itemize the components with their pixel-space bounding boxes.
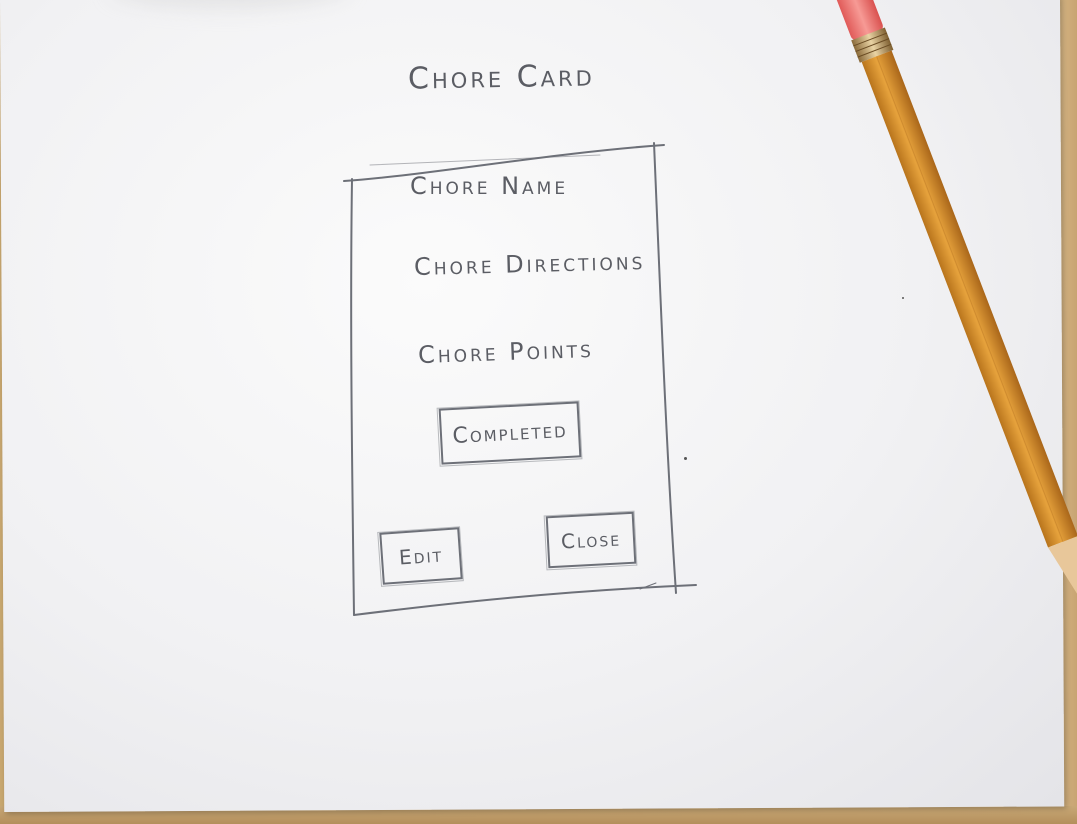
close-button-label: Close bbox=[560, 526, 622, 554]
edit-button-label: Edit bbox=[398, 542, 444, 570]
edit-button[interactable]: Edit bbox=[379, 527, 463, 585]
chore-name-field: Chore Name bbox=[410, 172, 569, 200]
pencil-icon bbox=[835, 0, 1077, 596]
paper-shadow bbox=[109, 0, 351, 10]
page-title: Chore Card bbox=[407, 58, 596, 97]
completed-button-label: Completed bbox=[451, 417, 569, 449]
close-button[interactable]: Close bbox=[545, 511, 637, 569]
pencil-speck bbox=[684, 457, 687, 460]
completed-button[interactable]: Completed bbox=[438, 401, 582, 465]
